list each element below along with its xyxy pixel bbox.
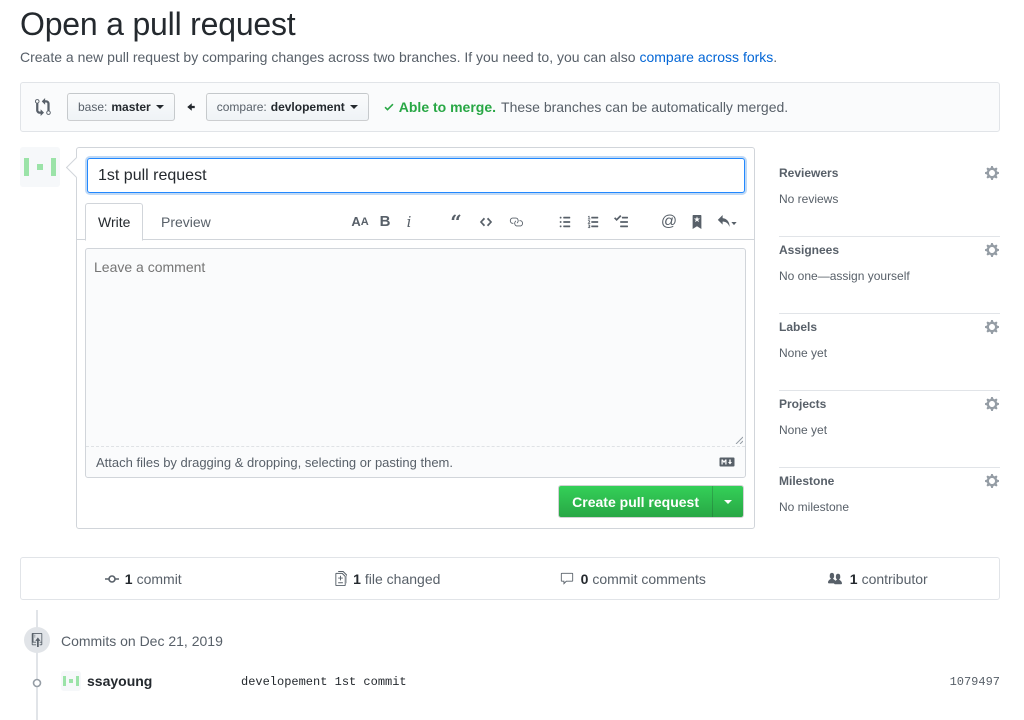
tab-preview[interactable]: Preview: [149, 203, 223, 240]
commit-author-avatar[interactable]: [61, 671, 81, 691]
commit-icon: [104, 574, 119, 583]
create-pr-dropdown[interactable]: [712, 486, 743, 517]
sidebar-value: None yet: [779, 423, 828, 437]
attach-files-note[interactable]: Attach files by dragging & dropping, sel…: [86, 446, 745, 477]
stat-contributors[interactable]: 1 contributor: [755, 571, 1000, 587]
people-icon: [827, 572, 842, 584]
avatar-block: [37, 164, 43, 170]
text-size-icon[interactable]: AA: [347, 212, 373, 232]
code-icon[interactable]: [471, 212, 501, 232]
contributors-label: contributor: [861, 570, 928, 587]
repo-push-icon: [24, 627, 50, 653]
mention-icon[interactable]: @: [655, 212, 683, 232]
commit-author[interactable]: ssayoung: [87, 673, 152, 689]
stat-files-changed[interactable]: 1 file changed: [266, 571, 511, 587]
subtitle-end: .: [773, 49, 778, 65]
sidebar-heading: Labels: [779, 320, 818, 334]
page-title: Open a pull request: [20, 6, 296, 42]
base-label: base:: [78, 100, 108, 114]
comments-label: commit comments: [592, 570, 706, 587]
pr-stats-bar: 1 commit 1 file changed 0 commit comments 1…: [20, 557, 1000, 600]
editor-tabs: Write Preview AA B i “ @: [77, 203, 754, 241]
attach-note-text: Attach files by dragging & dropping, sel…: [96, 454, 453, 470]
reply-icon[interactable]: [711, 212, 743, 232]
merge-ok-text: Able to merge.: [398, 99, 497, 115]
comment-box: Attach files by dragging & dropping, sel…: [85, 248, 746, 478]
stat-commit-comments[interactable]: 0 commit comments: [510, 571, 755, 587]
sidebar-labels[interactable]: Labels None yet: [779, 314, 1000, 391]
page-subtitle: Create a new pull request by comparing c…: [20, 49, 777, 65]
sidebar-milestone[interactable]: Milestone No milestone: [779, 468, 1000, 545]
merge-message: These branches can be automatically merg…: [501, 99, 789, 115]
markdown-icon[interactable]: [719, 457, 735, 467]
gear-icon[interactable]: [984, 319, 1000, 335]
commits-count: 1: [124, 570, 133, 587]
file-diff-icon: [335, 571, 348, 586]
italic-icon[interactable]: i: [397, 212, 421, 232]
markdown-toolbar: AA B i “ @: [347, 203, 743, 240]
numbered-list-icon[interactable]: [579, 212, 607, 232]
merge-status: Able to merge. These branches can be aut…: [383, 99, 788, 115]
files-count: 1: [353, 570, 361, 587]
base-branch-select[interactable]: base: master: [67, 93, 175, 121]
sidebar-value: No reviews: [779, 192, 839, 206]
sidebar-heading: Reviewers: [779, 166, 839, 180]
sidebar-heading: Milestone: [779, 474, 835, 488]
chevron-down-icon: [349, 105, 358, 109]
commit-message[interactable]: developement 1st commit: [241, 675, 407, 689]
sidebar-reviewers[interactable]: Reviewers No reviews: [779, 160, 1000, 237]
comment-textarea[interactable]: [86, 249, 745, 447]
compare-icon: [35, 98, 51, 116]
base-value: master: [111, 100, 151, 114]
compare-value: devlopement: [270, 100, 345, 114]
resize-handle-icon[interactable]: [735, 436, 743, 444]
comment-icon: [560, 572, 573, 585]
compare-branch-select[interactable]: compare: devlopement: [205, 93, 369, 121]
contributors-count: 1: [849, 570, 858, 587]
files-label: file changed: [364, 570, 441, 587]
quote-icon[interactable]: “: [441, 210, 471, 234]
sidebar-heading: Projects: [779, 397, 827, 411]
check-icon: [384, 103, 394, 111]
avatar-block: [24, 158, 29, 176]
create-pr-button[interactable]: Create pull request: [559, 486, 712, 517]
bookmark-icon[interactable]: [683, 212, 711, 232]
pr-sidebar: Reviewers No reviews Assignees No one—as…: [779, 160, 1000, 545]
commits-label: commit: [136, 570, 182, 587]
avatar-block: [51, 158, 56, 176]
user-avatar[interactable]: [20, 147, 60, 187]
compare-forks-link[interactable]: compare across forks: [639, 49, 773, 65]
compare-label: compare:: [216, 100, 267, 114]
gear-icon[interactable]: [984, 165, 1000, 181]
branch-range-bar: base: master compare: devlopement Able to …: [20, 82, 1000, 132]
sidebar-value: None yet: [779, 346, 828, 360]
create-pr-button-group: Create pull request: [558, 485, 744, 518]
sidebar-value: No one—assign yourself: [779, 269, 910, 283]
tab-write[interactable]: Write: [85, 203, 144, 241]
sidebar-value: No milestone: [779, 500, 850, 514]
task-list-icon[interactable]: [607, 212, 635, 232]
commit-node-icon: [32, 678, 42, 688]
pr-composer: Write Preview AA B i “ @ Attach files by…: [76, 147, 755, 529]
bullet-list-icon[interactable]: [551, 212, 579, 232]
sidebar-assignees[interactable]: Assignees No one—assign yourself: [779, 237, 1000, 314]
bold-icon[interactable]: B: [373, 212, 397, 232]
link-icon[interactable]: [501, 212, 531, 232]
chevron-down-icon: [155, 105, 164, 109]
gear-icon[interactable]: [984, 396, 1000, 412]
commit-sha[interactable]: 1079497: [950, 675, 1000, 689]
sidebar-heading: Assignees: [779, 243, 840, 257]
commits-date-heading: Commits on Dec 21, 2019: [61, 633, 223, 649]
sidebar-projects[interactable]: Projects None yet: [779, 391, 1000, 468]
arrow-left-icon: [186, 103, 195, 111]
stat-commits[interactable]: 1 commit: [21, 571, 266, 587]
subtitle-text: Create a new pull request by comparing c…: [20, 49, 640, 65]
gear-icon[interactable]: [984, 242, 1000, 258]
comments-count: 0: [580, 570, 589, 587]
pr-title-input[interactable]: [87, 158, 745, 193]
gear-icon[interactable]: [984, 473, 1000, 489]
